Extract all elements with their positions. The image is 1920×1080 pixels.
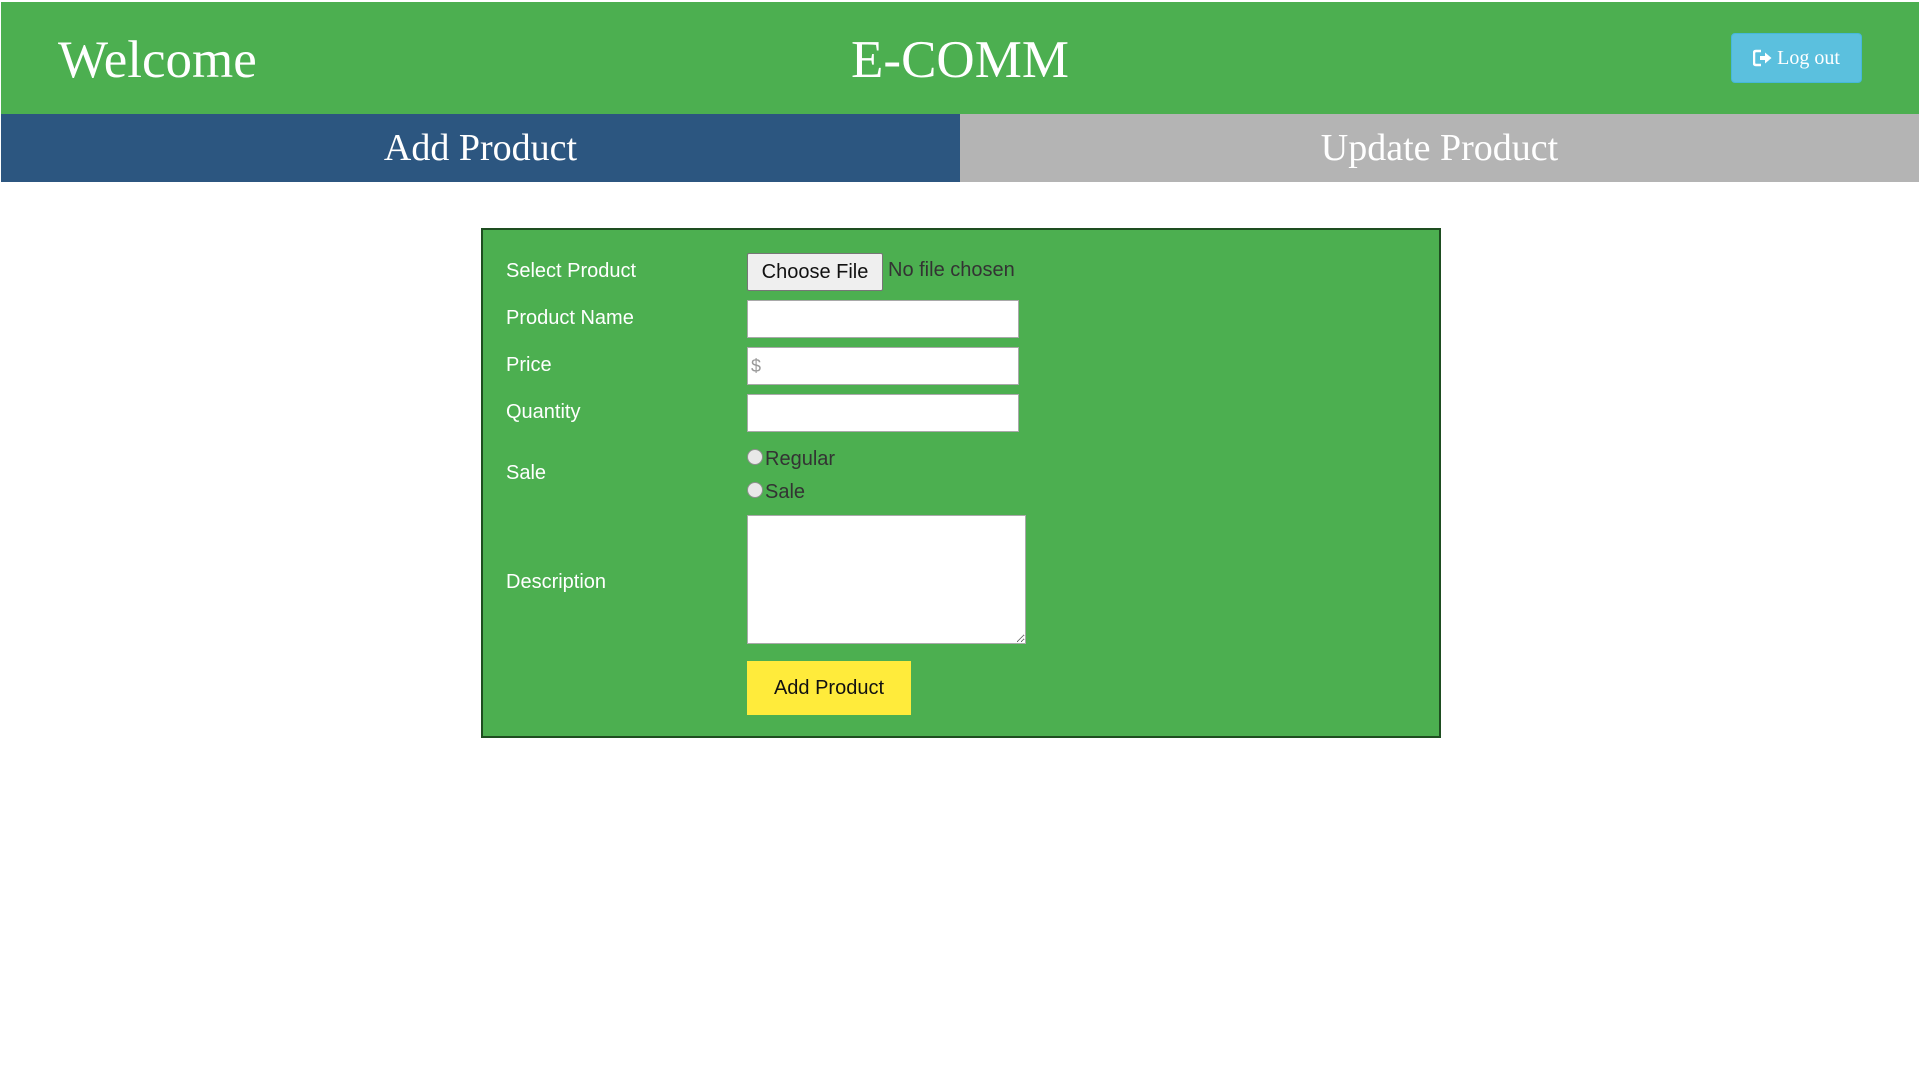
logout-label: Log out	[1777, 46, 1840, 69]
choose-file-button[interactable]: Choose File	[747, 253, 883, 291]
add-product-form: Select Product Choose File No file chose…	[481, 228, 1441, 738]
tab-add-product[interactable]: Add Product	[1, 114, 960, 182]
file-status-text: No file chosen	[888, 259, 1015, 281]
tab-bar: Add Product Update Product	[1, 114, 1919, 182]
radio-sale-label: Sale	[765, 481, 806, 503]
radio-regular-label: Regular	[765, 448, 836, 470]
product-name-input[interactable]	[747, 300, 1019, 338]
quantity-input[interactable]	[747, 394, 1019, 432]
description-label: Description	[506, 571, 607, 593]
logout-button[interactable]: Log out	[1731, 33, 1862, 83]
sign-out-icon	[1753, 49, 1773, 67]
tab-update-product[interactable]: Update Product	[960, 114, 1919, 182]
description-textarea[interactable]	[747, 515, 1026, 644]
radio-option-sale[interactable]: Sale	[747, 481, 805, 504]
radio-regular[interactable]	[747, 448, 763, 465]
quantity-label: Quantity	[506, 401, 581, 423]
add-product-button[interactable]: Add Product	[747, 661, 911, 715]
select-product-label: Select Product	[506, 260, 637, 282]
price-input[interactable]	[747, 347, 1019, 385]
brand-title: E-COMM	[851, 31, 1069, 89]
price-label: Price	[506, 354, 552, 376]
page: Welcome E-COMM Log out Add Product Updat…	[1, 2, 1919, 1080]
radio-sale[interactable]	[747, 481, 763, 498]
top-header: Welcome E-COMM Log out	[1, 2, 1919, 114]
radio-option-regular[interactable]: Regular	[747, 448, 835, 471]
product-name-label: Product Name	[506, 307, 634, 329]
sale-label: Sale	[506, 462, 547, 484]
